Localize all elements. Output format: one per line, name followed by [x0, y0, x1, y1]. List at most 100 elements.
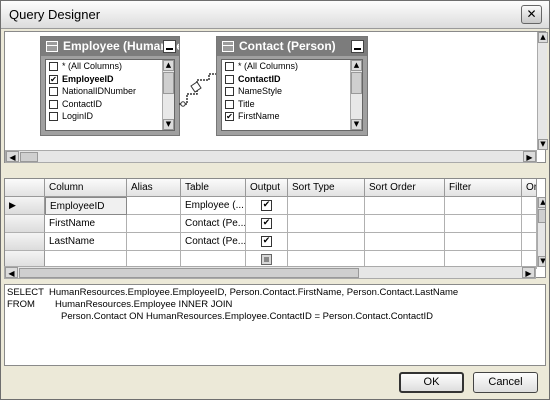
row-selector[interactable]: ▶	[5, 197, 45, 215]
output-checkbox[interactable]	[261, 253, 272, 265]
scroll-down-icon[interactable]: ▼	[163, 119, 174, 130]
scroll-left-icon[interactable]: ◀	[5, 267, 18, 278]
table-contact-scrollbar[interactable]: ▲ ▼	[350, 60, 362, 130]
cell-alias[interactable]	[127, 233, 181, 251]
minimize-icon[interactable]	[351, 40, 364, 53]
output-checkbox[interactable]: ✔	[261, 217, 272, 229]
column-item[interactable]: LoginID	[46, 110, 174, 123]
table-employee[interactable]: Employee (HumanResources) * (All Columns…	[40, 36, 180, 136]
cell-alias[interactable]	[127, 215, 181, 233]
column-checkbox[interactable]: ✔	[225, 112, 234, 121]
table-row[interactable]: LastName Contact (Pe... ✔	[5, 233, 537, 251]
cell-sort-order[interactable]	[365, 197, 445, 215]
table-employee-scrollbar[interactable]: ▲ ▼	[162, 60, 174, 130]
header-or[interactable]: Or...	[522, 179, 537, 197]
table-contact-columns: * (All Columns) ContactID NameStyle Titl…	[221, 59, 363, 131]
cell-sort-type[interactable]	[288, 215, 365, 233]
column-item[interactable]: ✔ EmployeeID	[46, 73, 174, 86]
table-contact[interactable]: Contact (Person) * (All Columns) Contact…	[216, 36, 368, 136]
cell-filter[interactable]	[445, 233, 522, 251]
table-icon	[46, 41, 58, 52]
column-checkbox[interactable]	[225, 62, 234, 71]
cell-alias[interactable]	[127, 197, 181, 215]
scroll-up-icon[interactable]: ▲	[538, 32, 548, 43]
column-checkbox[interactable]	[225, 99, 234, 109]
cell-or[interactable]	[522, 215, 537, 233]
scroll-thumb[interactable]	[19, 268, 359, 278]
cell-sort-order[interactable]	[365, 233, 445, 251]
grid-horizontal-scrollbar[interactable]: ◀ ▶	[4, 266, 536, 279]
header-table[interactable]: Table	[181, 179, 246, 197]
scroll-up-icon[interactable]: ▲	[163, 60, 174, 71]
scroll-thumb[interactable]	[20, 152, 38, 162]
column-checkbox[interactable]	[49, 99, 58, 109]
table-employee-header[interactable]: Employee (HumanResources)	[41, 37, 179, 56]
table-contact-header[interactable]: Contact (Person)	[217, 37, 367, 56]
close-button[interactable]: ✕	[521, 5, 542, 24]
ok-button[interactable]: OK	[399, 372, 464, 393]
column-item[interactable]: ContactID	[222, 73, 362, 86]
row-selector[interactable]	[5, 233, 45, 251]
column-checkbox[interactable]	[49, 112, 58, 121]
minimize-icon[interactable]	[163, 40, 176, 53]
cell-table[interactable]: Contact (Pe...	[181, 215, 246, 233]
cell-output[interactable]: ✔	[246, 197, 288, 215]
header-sort-order[interactable]: Sort Order	[365, 179, 445, 197]
sql-pane[interactable]: SELECT HumanResources.Employee.EmployeeI…	[4, 284, 546, 366]
cell-sort-type[interactable]	[288, 233, 365, 251]
diagram-vertical-scrollbar[interactable]: ▲ ▼	[537, 32, 548, 150]
row-selector[interactable]	[5, 215, 45, 233]
scroll-right-icon[interactable]: ▶	[522, 267, 535, 278]
join-connector[interactable]	[179, 72, 217, 112]
column-item[interactable]: ✔ FirstName	[222, 110, 362, 123]
cell-filter[interactable]	[445, 215, 522, 233]
header-filter[interactable]: Filter	[445, 179, 522, 197]
cell-or[interactable]	[522, 233, 537, 251]
output-checkbox[interactable]: ✔	[261, 235, 272, 247]
column-checkbox[interactable]	[225, 74, 234, 84]
scroll-up-icon[interactable]: ▲	[351, 60, 362, 71]
table-row[interactable]: ▶ EmployeeID Employee (... ✔	[5, 197, 537, 215]
table-row[interactable]: FirstName Contact (Pe... ✔	[5, 215, 537, 233]
header-sort-type[interactable]: Sort Type	[288, 179, 365, 197]
column-checkbox[interactable]: ✔	[49, 74, 58, 84]
scroll-down-icon[interactable]: ▼	[538, 256, 545, 267]
column-item[interactable]: * (All Columns)	[222, 60, 362, 73]
cell-output[interactable]: ✔	[246, 215, 288, 233]
cell-sort-order[interactable]	[365, 215, 445, 233]
cell-or[interactable]	[522, 197, 537, 215]
header-output[interactable]: Output	[246, 179, 288, 197]
column-item[interactable]: Title	[222, 98, 362, 111]
header-alias[interactable]: Alias	[127, 179, 181, 197]
diagram-pane[interactable]: Employee (HumanResources) * (All Columns…	[4, 31, 548, 163]
scroll-right-icon[interactable]: ▶	[523, 151, 536, 162]
cell-table[interactable]: Contact (Pe...	[181, 233, 246, 251]
cell-filter[interactable]	[445, 197, 522, 215]
cancel-button[interactable]: Cancel	[473, 372, 538, 393]
column-item[interactable]: NameStyle	[222, 85, 362, 98]
scroll-down-icon[interactable]: ▼	[538, 139, 548, 150]
column-checkbox[interactable]	[49, 87, 58, 96]
cell-column[interactable]: LastName	[45, 233, 127, 251]
scroll-thumb[interactable]	[351, 72, 362, 94]
criteria-grid[interactable]: Column Alias Table Output Sort Type Sort…	[4, 178, 546, 278]
header-column[interactable]: Column	[45, 179, 127, 197]
scroll-thumb[interactable]	[163, 72, 174, 94]
cell-table[interactable]: Employee (...	[181, 197, 246, 215]
column-item[interactable]: ContactID	[46, 98, 174, 111]
column-checkbox[interactable]	[225, 87, 234, 96]
grid-vertical-scrollbar[interactable]: ▲ ▼	[537, 197, 545, 267]
scroll-down-icon[interactable]: ▼	[351, 119, 362, 130]
column-checkbox[interactable]	[49, 62, 58, 71]
scroll-thumb[interactable]	[538, 209, 545, 223]
scroll-left-icon[interactable]: ◀	[6, 151, 19, 162]
diagram-horizontal-scrollbar[interactable]: ◀ ▶	[5, 150, 537, 163]
column-item[interactable]: * (All Columns)	[46, 60, 174, 73]
cell-output[interactable]: ✔	[246, 233, 288, 251]
cell-column[interactable]: FirstName	[45, 215, 127, 233]
cell-column[interactable]: EmployeeID	[45, 197, 127, 215]
scroll-up-icon[interactable]: ▲	[538, 197, 545, 208]
output-checkbox[interactable]: ✔	[261, 199, 272, 211]
cell-sort-type[interactable]	[288, 197, 365, 215]
column-item[interactable]: NationalIDNumber	[46, 85, 174, 98]
